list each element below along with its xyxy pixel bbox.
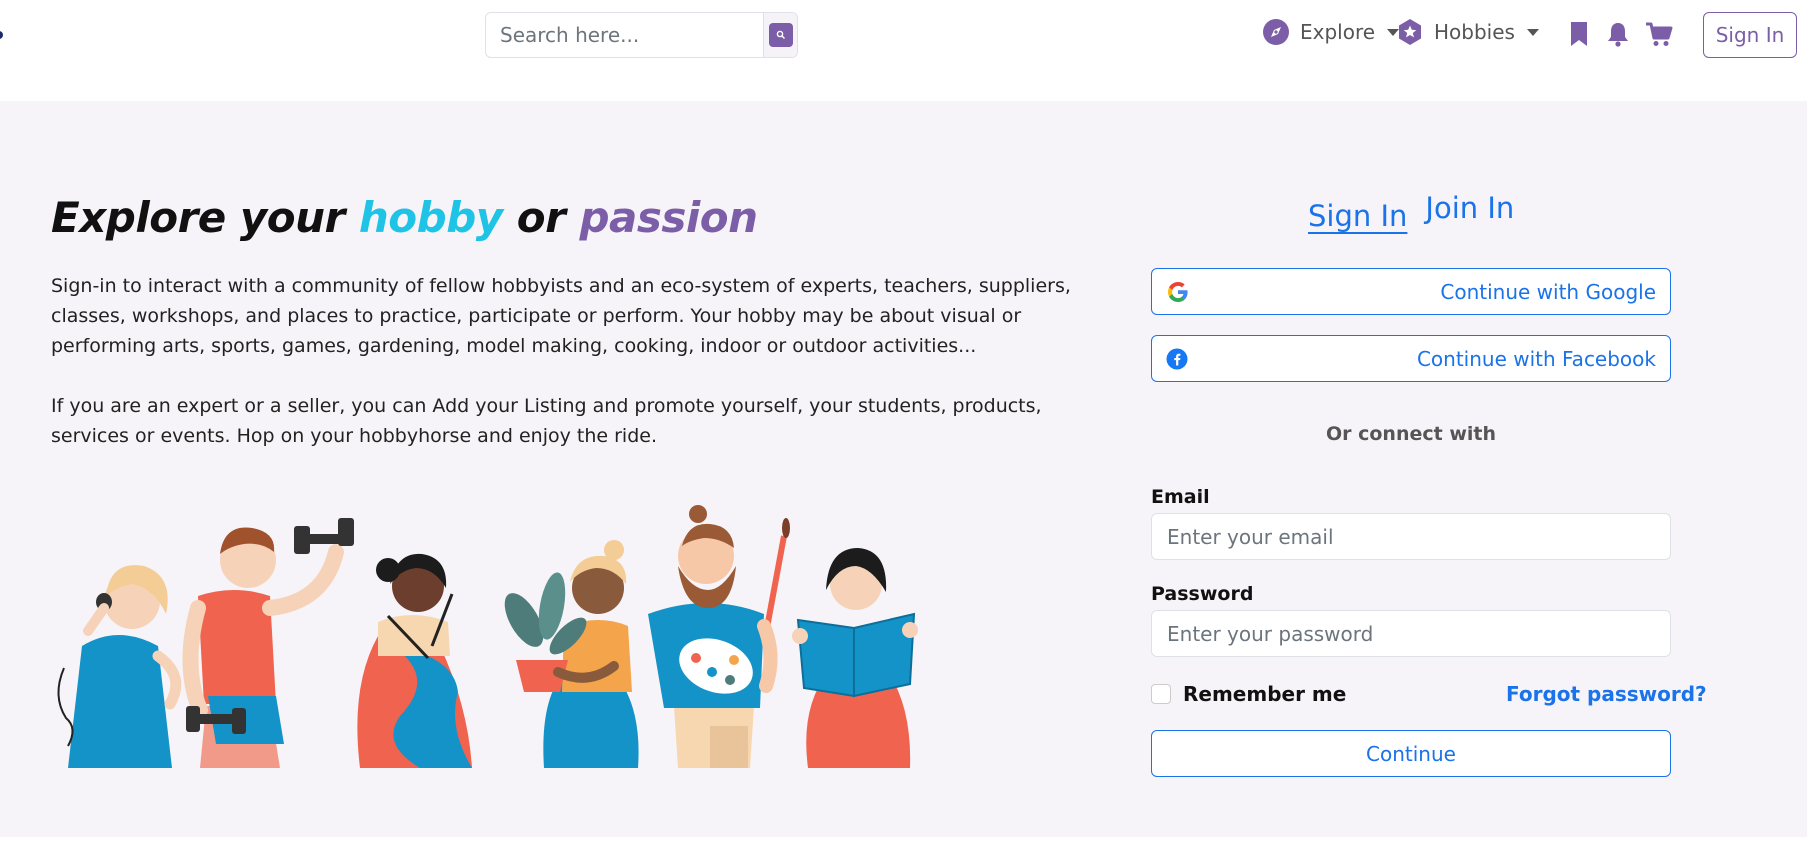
seller-paragraph: If you are an expert or a seller, you ca… bbox=[51, 395, 1042, 447]
remember-me-label: Remember me bbox=[1183, 682, 1347, 706]
search-input[interactable] bbox=[486, 13, 763, 57]
continue-with-facebook-button[interactable]: Continue with Facebook bbox=[1151, 335, 1671, 382]
continue-with-google-button[interactable]: Continue with Google bbox=[1151, 268, 1671, 315]
logo[interactable] bbox=[0, 31, 3, 39]
hero-title: Explore your hobby or passion bbox=[51, 193, 758, 242]
email-field[interactable] bbox=[1151, 513, 1671, 560]
password-field[interactable] bbox=[1151, 610, 1671, 657]
title-part2: or bbox=[502, 193, 580, 242]
top-navbar: Explore Hobbies Sign In bbox=[0, 0, 1807, 101]
singer-figure bbox=[57, 565, 182, 768]
hobbyists-illustration bbox=[57, 505, 918, 768]
tab-join-in[interactable]: Join In bbox=[1425, 191, 1514, 225]
search-button[interactable] bbox=[763, 13, 797, 57]
forgot-password-link[interactable]: Forgot password? bbox=[1506, 682, 1707, 706]
compass-icon bbox=[1263, 19, 1289, 45]
main-section: Explore your hobby or passion Sign-in to… bbox=[0, 101, 1807, 837]
bookmark-icon[interactable] bbox=[1566, 20, 1592, 48]
auth-tabs: Sign In Join In bbox=[1308, 191, 1514, 233]
or-connect-with-text: Or connect with bbox=[1325, 423, 1497, 445]
google-button-label: Continue with Google bbox=[1440, 279, 1656, 304]
title-part1: Explore your bbox=[51, 193, 359, 242]
cart-icon[interactable] bbox=[1645, 20, 1673, 48]
painter-figure bbox=[648, 505, 790, 768]
reader-figure bbox=[792, 548, 918, 768]
weightlifter-figure bbox=[182, 518, 354, 768]
gardener-figure bbox=[504, 540, 639, 768]
nav-hobbies-label: Hobbies bbox=[1434, 20, 1515, 44]
remember-me: Remember me bbox=[1151, 682, 1346, 706]
bell-icon[interactable] bbox=[1605, 20, 1631, 48]
continue-button[interactable]: Continue bbox=[1151, 730, 1671, 777]
star-badge-icon bbox=[1399, 19, 1421, 45]
search-icon bbox=[768, 23, 793, 47]
search-bar bbox=[485, 12, 798, 58]
nav-explore[interactable]: Explore bbox=[1262, 18, 1400, 46]
email-label: Email bbox=[1151, 486, 1210, 508]
facebook-icon bbox=[1166, 348, 1188, 369]
tab-sign-in[interactable]: Sign In bbox=[1308, 199, 1407, 233]
title-hobby: hobby bbox=[358, 193, 503, 242]
knitter-figure bbox=[357, 553, 472, 768]
header-sign-in-button[interactable]: Sign In bbox=[1703, 12, 1797, 58]
chevron-down-icon bbox=[1526, 28, 1539, 36]
remember-me-checkbox[interactable] bbox=[1151, 684, 1171, 704]
intro-paragraph: Sign-in to interact with a community of … bbox=[51, 275, 1071, 357]
nav-explore-label: Explore bbox=[1300, 20, 1376, 44]
google-icon bbox=[1168, 281, 1188, 302]
title-passion: passion bbox=[579, 193, 758, 242]
nav-hobbies[interactable]: Hobbies bbox=[1396, 18, 1539, 46]
facebook-button-label: Continue with Facebook bbox=[1416, 346, 1656, 371]
password-label: Password bbox=[1151, 583, 1254, 605]
